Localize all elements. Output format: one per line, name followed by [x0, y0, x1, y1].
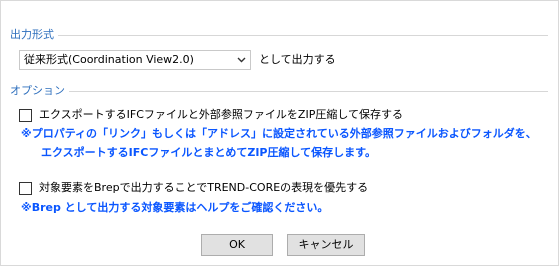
output-format-group-title: 出力形式	[10, 28, 58, 42]
zip-option-row[interactable]: エクスポートするIFCファイルと外部参照ファイルをZIP圧縮して保存する	[19, 108, 403, 122]
ifc-export-options-dialog: 出力形式 従来形式(Coordination View2.0) として出力する …	[0, 0, 559, 266]
output-format-selected-value: 従来形式(Coordination View2.0)	[24, 53, 194, 66]
output-format-suffix: として出力する	[259, 53, 336, 66]
cancel-button[interactable]: キャンセル	[287, 234, 365, 256]
zip-note-line1: ※プロパティの「リンク」もしくは「アドレス」に設定されている外部参照ファイルおよ…	[21, 127, 537, 140]
brep-checkbox[interactable]	[19, 181, 32, 195]
brep-option-row[interactable]: 対象要素をBrepで出力することでTREND-COREの表現を優先する	[19, 181, 368, 195]
options-group-title: オプション	[10, 84, 69, 98]
zip-note-line2: エクスポートするIFCファイルとまとめてZIP圧縮して保存します。	[41, 146, 377, 159]
output-format-select[interactable]: 従来形式(Coordination View2.0)	[19, 50, 251, 70]
chevron-down-icon[interactable]	[235, 51, 247, 69]
group-divider	[10, 35, 548, 36]
group-divider	[10, 91, 548, 92]
brep-label: 対象要素をBrepで出力することでTREND-COREの表現を優先する	[39, 181, 369, 194]
zip-compress-checkbox[interactable]	[19, 108, 32, 122]
zip-compress-label: エクスポートするIFCファイルと外部参照ファイルをZIP圧縮して保存する	[39, 108, 404, 121]
ok-button[interactable]: OK	[201, 234, 273, 256]
brep-note: ※Brep として出力する対象要素はヘルプをご確認ください。	[21, 201, 329, 214]
